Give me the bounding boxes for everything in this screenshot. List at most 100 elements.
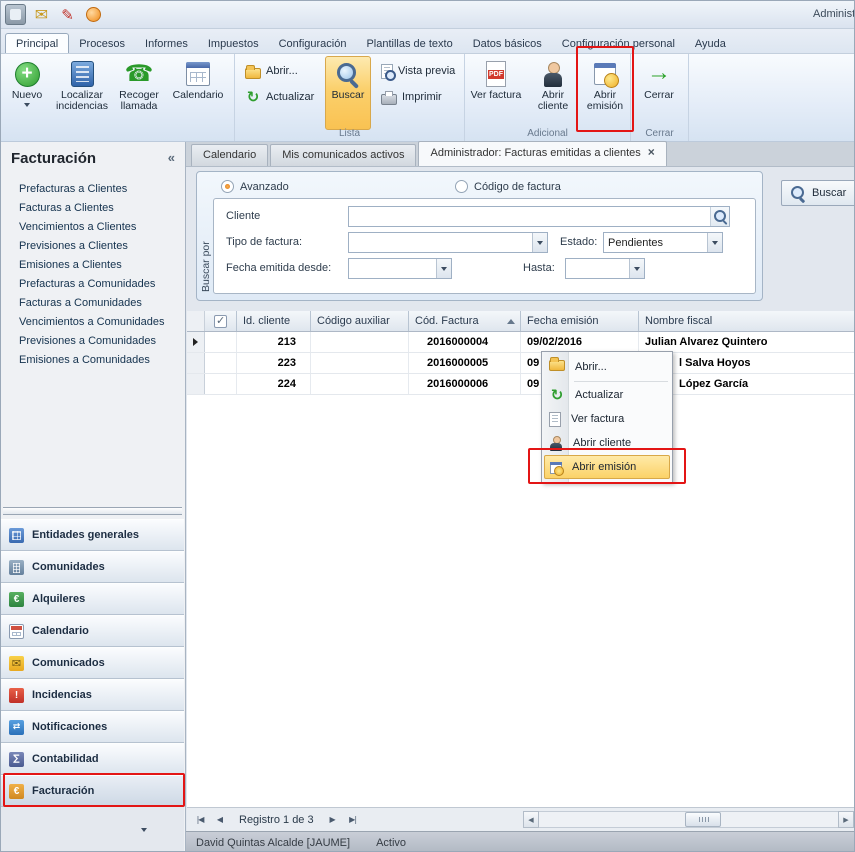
tab-mis-comunicados[interactable]: Mis comunicados activos xyxy=(270,144,416,166)
ribbon-group-adicional: Ver factura Abrir cliente Abrir emisión … xyxy=(465,54,631,141)
grid-header-checkbox[interactable] xyxy=(205,311,237,331)
radio-codigo-factura[interactable]: Código de factura xyxy=(455,180,561,193)
row-checkbox-cell[interactable] xyxy=(205,332,237,352)
context-menu-item-abrir[interactable]: Abrir... xyxy=(544,355,670,379)
cliente-field-wrap xyxy=(348,206,730,227)
scroll-right-icon[interactable] xyxy=(838,811,854,828)
fecha-desde-select[interactable] xyxy=(348,258,452,279)
nav-incidencias[interactable]: Incidencias xyxy=(1,679,184,711)
context-menu-item-abrir-cliente[interactable]: Abrir cliente xyxy=(544,431,670,455)
table-row[interactable]: 224 2016000006 09 López García xyxy=(187,374,855,395)
radio-avanzado[interactable]: Avanzado xyxy=(221,180,289,193)
calendar-button[interactable]: Calendario xyxy=(167,57,229,127)
sidebar-item-vencimientos-comunidades[interactable]: Vencimientos a Comunidades xyxy=(1,313,184,332)
cliente-lookup-button[interactable] xyxy=(710,207,729,226)
radio-selected-icon[interactable] xyxy=(221,180,234,193)
ribbon-tab-ayuda[interactable]: Ayuda xyxy=(685,34,736,53)
nav-calendario[interactable]: Calendario xyxy=(1,615,184,647)
tipo-factura-select[interactable] xyxy=(348,232,548,253)
table-row[interactable]: 213 2016000004 09/02/2016 Julian Alvarez… xyxy=(187,332,855,353)
dropdown-button[interactable] xyxy=(436,259,451,278)
context-menu-item-ver-factura[interactable]: Ver factura xyxy=(544,407,670,431)
search-button[interactable]: Buscar xyxy=(325,56,371,130)
dropdown-button[interactable] xyxy=(707,233,722,252)
tab-facturas-emitidas[interactable]: Administrador: Facturas emitidas a clien… xyxy=(418,141,666,166)
grid-header-codigo-auxiliar[interactable]: Código auxiliar xyxy=(311,311,409,331)
checkbox-checked-icon[interactable] xyxy=(214,315,227,328)
print-preview-button[interactable]: Vista previa xyxy=(377,60,459,82)
print-preview-icon xyxy=(381,64,393,79)
chevron-down-icon[interactable] xyxy=(135,823,153,837)
emission-icon xyxy=(550,462,562,474)
grid-header-nombre-fiscal[interactable]: Nombre fiscal xyxy=(639,311,855,331)
sidebar-item-emisiones-clientes[interactable]: Emisiones a Clientes xyxy=(1,256,184,275)
nav-comunicados[interactable]: Comunicados xyxy=(1,647,184,679)
sidebar-item-previsiones-comunidades[interactable]: Previsiones a Comunidades xyxy=(1,332,184,351)
fecha-hasta-select[interactable] xyxy=(565,258,645,279)
locate-incidents-button[interactable]: Localizar incidencias xyxy=(53,57,111,127)
tab-calendario[interactable]: Calendario xyxy=(191,144,268,166)
chevrons-left-icon[interactable] xyxy=(168,150,175,165)
print-button[interactable]: Imprimir xyxy=(377,86,446,108)
context-menu-item-abrir-emision[interactable]: Abrir emisión xyxy=(544,455,670,479)
ribbon-tab-principal[interactable]: Principal xyxy=(5,33,69,53)
ribbon-tab-informes[interactable]: Informes xyxy=(135,34,198,53)
nav-notificaciones[interactable]: Notificaciones xyxy=(1,711,184,743)
open-button[interactable]: Abrir... xyxy=(241,60,302,82)
scrollbar-track[interactable] xyxy=(539,811,838,828)
sidebar-item-emisiones-comunidades[interactable]: Emisiones a Comunidades xyxy=(1,351,184,370)
dropdown-button[interactable] xyxy=(629,259,644,278)
new-button[interactable]: Nuevo xyxy=(3,57,51,127)
dropdown-arrow-icon xyxy=(24,103,30,107)
grid-header-fecha-emision[interactable]: Fecha emisión xyxy=(521,311,639,331)
ribbon-tab-procesos[interactable]: Procesos xyxy=(69,34,135,53)
estado-select[interactable]: Pendientes xyxy=(603,232,723,253)
scrollbar-thumb[interactable] xyxy=(685,812,721,827)
sidebar-splitter[interactable] xyxy=(3,507,182,515)
nav-facturacion[interactable]: Facturación xyxy=(1,775,184,807)
radio-unselected-icon[interactable] xyxy=(455,180,468,193)
open-emission-button[interactable]: Abrir emisión xyxy=(581,57,629,127)
pickup-call-icon xyxy=(125,60,153,88)
ribbon-tab-plantillas[interactable]: Plantillas de texto xyxy=(356,34,462,53)
table-row[interactable]: 223 2016000005 09 l Salva Hoyos xyxy=(187,353,855,374)
nav-comunidades[interactable]: Comunidades xyxy=(1,551,184,583)
emission-icon xyxy=(594,63,616,85)
app-icon[interactable] xyxy=(5,4,26,25)
nav-alquileres[interactable]: Alquileres xyxy=(1,583,184,615)
nav-contabilidad[interactable]: Contabilidad xyxy=(1,743,184,775)
row-checkbox-cell[interactable] xyxy=(205,353,237,373)
ribbon-tab-impuestos[interactable]: Impuestos xyxy=(198,34,269,53)
side-search-button[interactable]: Buscar xyxy=(781,180,855,206)
refresh-button[interactable]: Actualizar xyxy=(241,86,318,108)
grid-header-cod-factura[interactable]: Cód. Factura xyxy=(409,311,521,331)
feed-icon[interactable] xyxy=(83,4,104,25)
sidebar-item-previsiones-clientes[interactable]: Previsiones a Clientes xyxy=(1,237,184,256)
sidebar-item-prefacturas-clientes[interactable]: Prefacturas a Clientes xyxy=(1,180,184,199)
context-menu-item-actualizar[interactable]: Actualizar xyxy=(544,383,670,407)
pager-next-icon[interactable] xyxy=(324,811,342,829)
ribbon-tab-datos-basicos[interactable]: Datos básicos xyxy=(463,34,552,53)
sidebar-item-vencimientos-clientes[interactable]: Vencimientos a Clientes xyxy=(1,218,184,237)
row-checkbox-cell[interactable] xyxy=(205,374,237,394)
sidebar-item-facturas-clientes[interactable]: Facturas a Clientes xyxy=(1,199,184,218)
mail-icon[interactable] xyxy=(31,4,52,25)
ribbon-tab-configuracion-personal[interactable]: Configuración personal xyxy=(552,34,685,53)
sidebar-item-prefacturas-comunidades[interactable]: Prefacturas a Comunidades xyxy=(1,275,184,294)
pager-last-icon[interactable] xyxy=(344,811,362,829)
scroll-left-icon[interactable] xyxy=(523,811,539,828)
view-invoice-button[interactable]: Ver factura xyxy=(467,57,525,127)
cliente-input[interactable] xyxy=(348,206,730,227)
nav-entidades-generales[interactable]: Entidades generales xyxy=(1,519,184,551)
grid-header-id-cliente[interactable]: Id. cliente xyxy=(237,311,311,331)
note-icon[interactable] xyxy=(57,4,78,25)
pager-first-icon[interactable] xyxy=(191,811,209,829)
close-button[interactable]: Cerrar xyxy=(633,57,685,127)
sidebar-item-facturas-comunidades[interactable]: Facturas a Comunidades xyxy=(1,294,184,313)
open-client-button[interactable]: Abrir cliente xyxy=(527,57,579,127)
close-icon[interactable] xyxy=(648,146,655,158)
pickup-call-button[interactable]: Recoger llamada xyxy=(113,57,165,127)
dropdown-button[interactable] xyxy=(532,233,547,252)
ribbon-tab-configuracion[interactable]: Configuración xyxy=(269,34,357,53)
pager-previous-icon[interactable] xyxy=(211,811,229,829)
